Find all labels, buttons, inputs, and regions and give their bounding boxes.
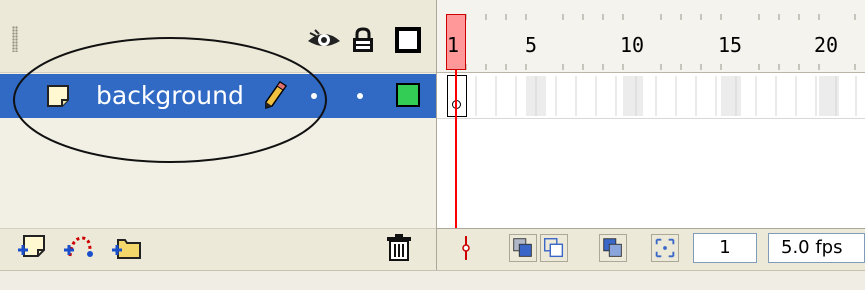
visibility-dot[interactable] [311,93,317,99]
edit-multiple-frames-button[interactable] [599,234,627,262]
ruler-label-10: 10 [620,33,645,57]
frame-ruler[interactable] [437,0,865,73]
current-frame-field[interactable]: 1 [693,233,757,263]
playhead-line [455,70,457,233]
playhead-frame-label: 1 [447,33,460,57]
pencil-icon [265,80,288,110]
keyframe-cell[interactable] [447,75,467,117]
lock-icon[interactable] [350,27,376,53]
layer-name[interactable]: background [96,82,244,110]
add-motion-guide-button[interactable] [62,232,94,262]
frame-cells [475,76,857,116]
layer-frames-row[interactable] [437,74,865,119]
onion-skin-outlines-button[interactable] [540,234,568,262]
ruler-ticks [465,14,856,70]
frame-rate-field[interactable]: 5.0 fps [768,233,865,263]
delete-layer-button[interactable] [384,232,414,262]
add-folder-button[interactable] [110,232,142,262]
modify-onion-markers-button[interactable] [651,234,679,262]
outline-color-swatch[interactable] [396,83,420,107]
eye-icon[interactable] [306,27,342,53]
layer-empty-area [0,119,436,231]
timeline-empty-area [437,119,865,231]
onion-skin-button[interactable] [509,234,537,262]
panel-bottom-strip [0,270,865,290]
ruler-label-5: 5 [525,33,538,57]
ruler-label-20: 20 [814,33,839,57]
lock-dot[interactable] [357,93,363,99]
panel-grip[interactable] [12,26,18,52]
add-layer-button[interactable] [16,232,48,262]
ruler-label-15: 15 [718,33,743,57]
center-frame-button[interactable] [448,234,476,262]
outline-icon[interactable] [395,27,421,53]
layer-icon [47,85,69,107]
